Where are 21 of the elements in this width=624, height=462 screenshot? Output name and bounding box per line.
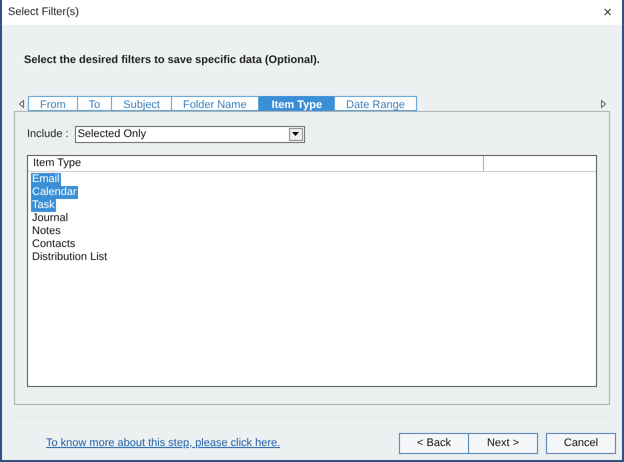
scroll-right-icon[interactable] — [600, 100, 606, 108]
scroll-left-icon[interactable] — [18, 100, 24, 108]
list-item[interactable]: Journal — [31, 212, 70, 225]
tab[interactable]: Date Range — [334, 96, 417, 111]
tab[interactable]: Folder Name — [171, 96, 259, 111]
tab[interactable]: To — [76, 96, 112, 111]
close-button[interactable]: × — [599, 5, 616, 20]
dialog-button[interactable]: Cancel — [546, 432, 616, 454]
list-item[interactable]: Notes — [31, 225, 62, 238]
dialog-button[interactable]: < Back — [399, 432, 469, 454]
list-item[interactable]: Distribution List — [31, 251, 108, 264]
tab[interactable]: Subject — [111, 96, 172, 111]
list-item[interactable]: Contacts — [31, 238, 76, 251]
include-dropdown[interactable]: Selected Only — [74, 126, 305, 142]
dialog-button[interactable]: Next > — [468, 432, 538, 454]
window-title: Select Filter(s) — [8, 5, 79, 20]
help-link[interactable]: To know more about this step, please click here. — [46, 434, 280, 452]
include-label: Include : — [27, 126, 69, 142]
tab[interactable]: From — [28, 96, 78, 111]
instruction-text: Select the desired filters to save specific data (Optional). — [24, 54, 320, 66]
column-header[interactable]: Item Type — [28, 156, 484, 171]
